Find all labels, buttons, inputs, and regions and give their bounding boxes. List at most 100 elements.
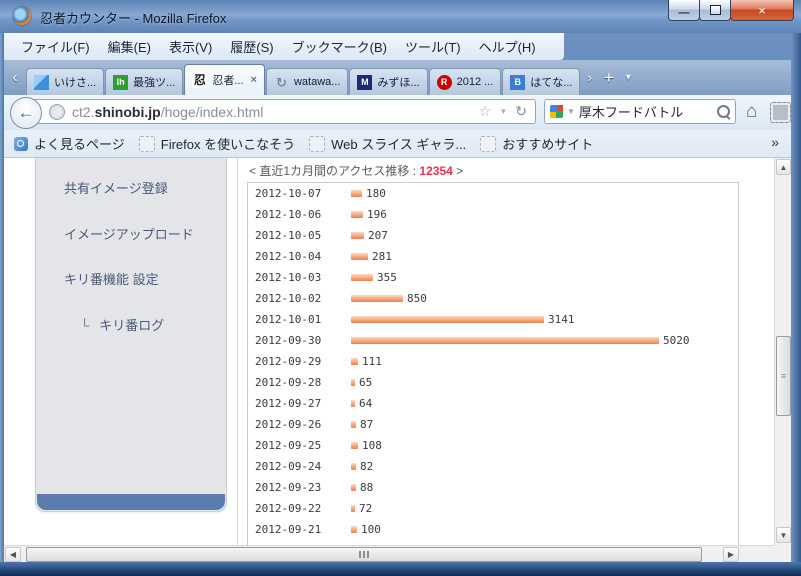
list-all-tabs-button[interactable]: ▾ xyxy=(620,60,637,95)
thumb-grip-icon xyxy=(363,551,365,558)
url-text[interactable]: ct2.shinobi.jp/hoge/index.html xyxy=(72,104,263,120)
tab-6[interactable]: B はてな... xyxy=(502,68,581,95)
page-content: 共有イメージ登録イメージアップロード キリ番機能 設定 └ キリ番ログ < 直近1カ月… xyxy=(4,158,774,545)
menu-item-0[interactable]: ファイル(F) xyxy=(12,34,99,59)
search-magnifier-icon[interactable] xyxy=(717,105,730,118)
menu-item-2[interactable]: 表示(V) xyxy=(160,34,221,59)
sidebar-item-1[interactable]: イメージアップロード xyxy=(64,224,194,243)
minimize-button[interactable]: — xyxy=(668,0,700,21)
sidebar-panel: 共有イメージ登録イメージアップロード キリ番機能 設定 └ キリ番ログ xyxy=(35,158,227,512)
tab-1[interactable]: lh 最強ツ... xyxy=(105,68,184,95)
tab-4[interactable]: M みずほ... xyxy=(349,68,428,95)
chart-row-date: 2012-09-27 xyxy=(255,397,322,410)
chart-bar xyxy=(351,400,355,407)
chart-bar xyxy=(351,526,357,533)
horizontal-scrollbar[interactable]: ◀ ▶ xyxy=(4,545,774,562)
chart-bar xyxy=(351,253,368,260)
new-tab-button[interactable]: + xyxy=(598,60,620,95)
chart-bar xyxy=(351,190,362,197)
chart-bar xyxy=(351,337,659,344)
menu-item-6[interactable]: ヘルプ(H) xyxy=(470,34,545,59)
scroll-tabs-right-button[interactable]: › xyxy=(581,60,597,95)
menu-item-3[interactable]: 履歴(S) xyxy=(221,34,282,59)
scroll-up-arrow-icon[interactable]: ▲ xyxy=(776,159,791,175)
bookmark-item-3[interactable]: おすすめサイト xyxy=(480,134,593,153)
close-button[interactable]: × xyxy=(730,0,794,21)
tab-label: いけさ... xyxy=(54,77,97,89)
chart-row-date: 2012-10-05 xyxy=(255,229,322,242)
feather-icon xyxy=(34,74,49,90)
menu-item-4[interactable]: ブックマーク(B) xyxy=(283,34,396,59)
vertical-scrollbar[interactable]: ▲ ≡ ▼ xyxy=(774,158,791,545)
firefox-icon xyxy=(13,7,31,25)
bookmarks-overflow-chevron[interactable]: » xyxy=(771,134,779,150)
search-input[interactable]: 厚木フードバトル xyxy=(579,102,717,121)
url-path: /hoge/index.html xyxy=(160,103,264,120)
chart-row-value: 64 xyxy=(359,397,373,410)
window-title: 忍者カウンター - Mozilla Firefox xyxy=(40,11,227,26)
bookmark-item-2[interactable]: Web スライス ギャラ... xyxy=(309,134,466,153)
horizontal-scrollbar-thumb[interactable] xyxy=(26,547,702,562)
tab-5[interactable]: R 2012 ... xyxy=(428,68,502,95)
scroll-right-arrow-icon[interactable]: ▶ xyxy=(723,547,739,562)
bookmark-item-0[interactable]: よく見るページ xyxy=(14,134,125,153)
chart-title-suffix: > xyxy=(452,164,464,178)
chart-row-date: 2012-10-04 xyxy=(255,250,322,263)
menu-item-5[interactable]: ツール(T) xyxy=(396,34,470,59)
web-clipper-icon[interactable] xyxy=(770,102,791,123)
close-icon: × xyxy=(758,2,766,18)
tab-close-icon[interactable]: × xyxy=(251,74,257,86)
back-button[interactable]: ← xyxy=(10,97,42,129)
url-bar[interactable]: ct2.shinobi.jp/hoge/index.html ☆ ▼ ↻ xyxy=(26,99,536,124)
sidebar-subitem-label: キリ番ログ xyxy=(99,318,165,333)
chart-row-value: 196 xyxy=(367,208,387,221)
bookmark-item-1[interactable]: Firefox を使いこなそう xyxy=(138,134,295,153)
access-chart: 2012-10-07 180 2012-10-06 196 2012-10-05 207 2… xyxy=(247,182,739,545)
chart-row-2012-09-22: 2012-09-22 72 xyxy=(248,498,738,519)
bookmarks-container: よく見るページ Firefox を使いこなそう Web スライス ギャラ... おすす… xyxy=(14,134,607,153)
scroll-tabs-left-button[interactable]: ‹ xyxy=(4,60,26,95)
chart-row-value: 3141 xyxy=(548,313,575,326)
home-icon[interactable]: ⌂ xyxy=(746,101,757,123)
chart-row-value: 180 xyxy=(366,187,386,200)
google-icon[interactable] xyxy=(550,105,563,118)
chart-bar xyxy=(351,505,355,512)
favicon-placeholder-icon xyxy=(138,135,155,152)
search-box[interactable]: ▼ 厚木フードバトル xyxy=(544,99,736,124)
navigation-toolbar: ct2.shinobi.jp/hoge/index.html ☆ ▼ ↻ ← ▼… xyxy=(4,95,791,130)
ninja-icon: 忍 xyxy=(192,72,208,88)
content-divider xyxy=(237,158,238,545)
sidebar-subitem-kiriban-log[interactable]: └ キリ番ログ xyxy=(80,315,164,334)
chart-bar xyxy=(351,463,356,470)
tab-2-active[interactable]: 忍忍者... × xyxy=(184,64,265,95)
title-bar[interactable]: 忍者カウンター - Mozilla Firefox — × xyxy=(0,0,801,33)
tab-0[interactable]: いけさ... xyxy=(26,68,105,95)
menu-item-1[interactable]: 編集(E) xyxy=(99,34,160,59)
site-identity-globe-icon[interactable] xyxy=(49,103,65,120)
minimize-icon: — xyxy=(678,7,690,19)
chart-row-date: 2012-10-07 xyxy=(255,187,322,200)
tab-3[interactable]: ↻ watawa... xyxy=(265,68,349,95)
chart-row-date: 2012-09-21 xyxy=(255,523,322,536)
chart-total-count: 12354 xyxy=(419,164,453,178)
tab-label: watawa... xyxy=(293,76,341,88)
reload-icon[interactable]: ↻ xyxy=(515,103,527,120)
chart-bar xyxy=(351,442,358,449)
chart-row-date: 2012-09-22 xyxy=(255,502,322,515)
bookmark-label: おすすめサイト xyxy=(502,137,594,152)
menu-bar: ファイル(F) 編集(E) 表示(V) 履歴(S) ブックマーク(B) ツール(T) ヘルプ… xyxy=(4,33,564,60)
maximize-button[interactable] xyxy=(699,0,731,21)
bookmark-star-icon[interactable]: ☆ xyxy=(479,103,492,120)
scroll-left-arrow-icon[interactable]: ◀ xyxy=(5,547,21,562)
chart-row-date: 2012-09-30 xyxy=(255,334,322,347)
chart-bar xyxy=(351,211,363,218)
search-engine-dropdown-icon[interactable]: ▼ xyxy=(567,107,575,116)
vertical-scrollbar-thumb[interactable]: ≡ xyxy=(776,336,791,416)
maximize-icon xyxy=(709,5,721,15)
sidebar-item-0[interactable]: 共有イメージ登録 xyxy=(64,178,168,197)
url-dropdown-icon[interactable]: ▼ xyxy=(499,107,507,116)
sidebar-item-2[interactable]: キリ番機能 設定 xyxy=(64,269,159,288)
scroll-down-arrow-icon[interactable]: ▼ xyxy=(776,527,791,543)
chart-row-date: 2012-10-06 xyxy=(255,208,322,221)
chart-title-prefix: < 直近1カ月間のアクセス推移 : xyxy=(249,164,420,178)
